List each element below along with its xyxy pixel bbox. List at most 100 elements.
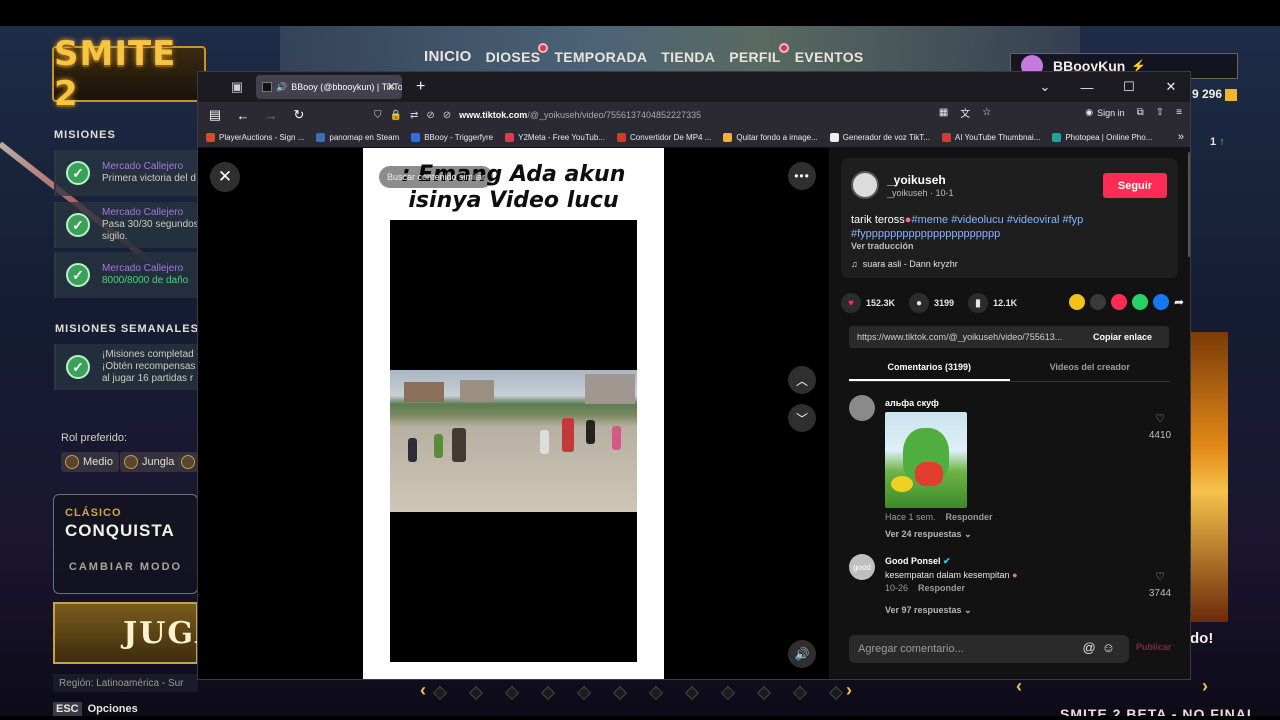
forward-button[interactable]: → xyxy=(260,108,282,123)
previous-video-button[interactable]: ︿ xyxy=(788,366,816,394)
video-description: tarik teross●#meme #videolucu #videovira… xyxy=(851,214,1084,240)
reply-button[interactable]: Responder xyxy=(918,583,965,593)
comment-username[interactable]: Good Ponsel ✔ xyxy=(885,556,951,567)
carousel-prev-icon[interactable]: ‹ xyxy=(420,680,426,701)
extensions-icon[interactable]: ⧉ xyxy=(1137,107,1144,118)
menu-icon[interactable]: ≡ xyxy=(1176,107,1182,118)
save-button[interactable]: ▮ 12.1K xyxy=(968,293,1017,313)
like-button[interactable]: ♥ 152.3K xyxy=(841,293,895,313)
mission-item[interactable]: ✓ Mercado Callejero Primera victoria del … xyxy=(54,150,199,196)
shield-icon[interactable]: ⛉ xyxy=(374,110,382,121)
share-icon[interactable]: ⇧ xyxy=(1156,107,1164,118)
bookmark-item[interactable]: PlayerAuctions - Sign ... xyxy=(206,133,304,142)
bookmark-item[interactable]: panomap en Steam xyxy=(316,133,399,142)
commenter-avatar[interactable] xyxy=(849,395,875,421)
publish-button[interactable]: Publicar xyxy=(1136,642,1172,652)
reply-button[interactable]: Responder xyxy=(946,512,993,522)
bookmark-item[interactable]: Y2Meta - Free YouTub... xyxy=(505,133,605,142)
bookmarks-overflow-icon[interactable]: » xyxy=(1178,131,1184,143)
embed-icon[interactable] xyxy=(1089,294,1106,310)
back-button[interactable]: ← xyxy=(232,108,254,123)
sidebar-icon[interactable]: ▤ xyxy=(204,107,226,123)
change-mode-button[interactable]: CAMBIAR MODO xyxy=(65,561,186,573)
scrollbar[interactable] xyxy=(1188,152,1190,257)
nav-tienda[interactable]: TIENDA xyxy=(661,49,715,65)
commenter-avatar[interactable]: good xyxy=(849,554,875,580)
video-player[interactable]: : Emang Ada akun isinya Video lucu Buscar… xyxy=(363,148,664,679)
minimize-button[interactable]: — xyxy=(1066,80,1108,95)
browser-tab[interactable]: 🔊 BBooy (@bbooykun) | TikTo ✕ xyxy=(256,75,402,99)
see-translation-link[interactable]: Ver traducción xyxy=(851,241,914,251)
audio-icon[interactable]: 🔊 xyxy=(276,82,287,93)
play-button[interactable]: JUGA xyxy=(53,602,218,664)
facebook-icon[interactable] xyxy=(1152,294,1169,310)
copy-link-button[interactable]: Copiar enlace xyxy=(1093,332,1152,342)
tab-list-icon[interactable]: ▣ xyxy=(222,72,252,102)
tab-close-icon[interactable]: ✕ xyxy=(387,80,396,93)
nav-inicio[interactable]: INICIO xyxy=(424,48,472,65)
camera-blocked-icon[interactable]: ⊘ xyxy=(426,110,434,121)
bookmark-star-icon[interactable]: ☆ xyxy=(982,107,991,118)
similar-content-search[interactable]: Buscar contenido similar xyxy=(379,166,494,188)
close-video-button[interactable]: ✕ xyxy=(210,162,240,192)
bookmark-item[interactable]: Convertidor De MP4 ... xyxy=(617,133,711,142)
music-link[interactable]: ♫ suara asli - Dann kryzhr xyxy=(851,259,958,269)
mic-blocked-icon[interactable]: ⊘ xyxy=(443,110,451,121)
reload-button[interactable]: ↻ xyxy=(288,107,310,123)
nav-perfil[interactable]: PERFIL xyxy=(729,42,789,65)
carousel-next-icon[interactable]: › xyxy=(846,680,852,701)
comment-input[interactable]: Agregar comentario... @☺ xyxy=(849,635,1129,663)
comment-like[interactable]: ♡ 3744 xyxy=(1145,570,1175,601)
close-window-button[interactable]: ✕ xyxy=(1150,79,1190,95)
reader-view-icon[interactable]: ▦ xyxy=(939,107,948,118)
bookmark-item[interactable]: AI YouTube Thumbnai... xyxy=(941,133,1040,142)
role-chip-more[interactable] xyxy=(178,452,198,472)
author-subtitle: _yoikuseh · 10-1 xyxy=(887,188,954,198)
maximize-button[interactable]: ☐ xyxy=(1108,79,1150,95)
comment-button[interactable]: ● 3199 xyxy=(909,293,954,313)
author-avatar[interactable] xyxy=(851,171,879,199)
tab-comments[interactable]: Comentarios (3199) xyxy=(849,352,1010,381)
next-video-button[interactable]: ﹀ xyxy=(788,404,816,432)
mission-item[interactable]: ✓ Mercado Callejero 8000/8000 de daño xyxy=(54,252,199,298)
nav-dioses[interactable]: DIOSES xyxy=(486,42,549,65)
lock-icon[interactable]: 🔒 xyxy=(390,110,402,121)
options-hint[interactable]: ESC Opciones xyxy=(53,702,138,716)
bookmark-item[interactable]: Quitar fondo a image... xyxy=(723,133,818,142)
mode-card[interactable]: CLÁSICO CONQUISTA CAMBIAR MODO xyxy=(53,494,198,594)
address-bar[interactable]: ⛉ 🔒 ⇄ ⊘ ⊘ www.tiktok.com/@_yoikuseh/vide… xyxy=(374,105,944,125)
follow-button[interactable]: Seguir xyxy=(1103,173,1167,198)
tab-creator-videos[interactable]: Videos del creador xyxy=(1010,352,1171,381)
volume-icon[interactable]: 🔊 xyxy=(788,640,816,668)
share-arrow-icon[interactable]: ➦ xyxy=(1174,294,1184,310)
mention-emoji-icons[interactable]: @☺ xyxy=(1083,640,1121,655)
nav-eventos[interactable]: EVENTOS xyxy=(795,49,864,65)
view-replies-link[interactable]: Ver 97 respuestas ⌄ xyxy=(885,605,972,616)
bookmark-item[interactable]: BBooy - Triggerfyre xyxy=(411,133,493,142)
tab-dropdown-icon[interactable]: ⌄ xyxy=(1024,79,1066,95)
author-name[interactable]: _yoikuseh xyxy=(887,173,946,187)
weekly-mission-item[interactable]: ✓ ¡Misiones completad ¡Obtén recompensas a… xyxy=(54,344,199,390)
nav-temporada[interactable]: TEMPORADA xyxy=(554,49,647,65)
event-next-icon[interactable]: › xyxy=(1202,676,1208,697)
view-replies-link[interactable]: Ver 24 respuestas ⌄ xyxy=(885,529,972,540)
role-chip-medio[interactable]: Medio xyxy=(61,452,119,472)
permissions-icon[interactable]: ⇄ xyxy=(410,110,418,121)
more-options-icon[interactable]: ••• xyxy=(788,162,816,190)
send-icon[interactable] xyxy=(1110,294,1127,310)
comment-username[interactable]: альфа скуф xyxy=(885,398,939,408)
sign-in-button[interactable]: ◉ Sign in xyxy=(1085,107,1124,118)
new-tab-button[interactable]: + xyxy=(416,78,425,96)
video-link[interactable]: https://www.tiktok.com/@_yoikuseh/video/… xyxy=(849,332,1087,342)
bookmark-item[interactable]: Generador de voz TikT... xyxy=(829,133,930,142)
translate-icon[interactable]: 文 xyxy=(960,105,970,120)
bookmark-favicon xyxy=(723,133,733,142)
role-chip-jungla[interactable]: Jungla xyxy=(120,452,181,472)
whatsapp-icon[interactable] xyxy=(1131,294,1148,310)
mission-item[interactable]: ✓ Mercado Callejero Pasa 30/30 segundos si… xyxy=(54,202,199,248)
share-friends-icon[interactable] xyxy=(1068,294,1085,310)
bookmark-item[interactable]: Photopea | Online Pho... xyxy=(1052,133,1152,142)
comment-like[interactable]: ♡ 4410 xyxy=(1145,412,1175,443)
hashtag[interactable]: #fypppppppppppppppppppppp xyxy=(851,228,1000,240)
hashtags[interactable]: #meme #videolucu #videoviral #fyp xyxy=(911,214,1083,226)
